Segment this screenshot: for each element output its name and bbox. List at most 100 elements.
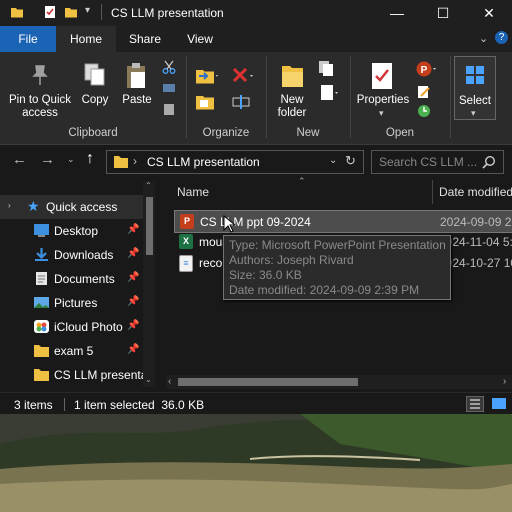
scroll-right-icon[interactable]: › (503, 376, 506, 387)
file-name: CS LLM ppt 09-2024 (200, 215, 311, 229)
select-button[interactable]: Select ▾ (454, 56, 496, 120)
details-view-icon[interactable] (466, 396, 484, 412)
scroll-up-icon[interactable]: ⌃ (145, 181, 152, 190)
new-folder-label-line1: New (280, 94, 304, 106)
tooltip-type: Type: Microsoft PowerPoint Presentation (229, 238, 446, 252)
pin-icon[interactable]: 📌 (127, 296, 139, 307)
properties-button[interactable]: Properties ▾ (354, 60, 412, 122)
clipboard-group-label: Clipboard (68, 127, 118, 139)
search-input[interactable]: Search CS LLM ... (371, 150, 504, 174)
nav-item-exam-5[interactable]: exam 5 📌 (0, 339, 148, 363)
scroll-down-icon[interactable]: ⌄ (145, 375, 152, 384)
nav-item-pictures[interactable]: Pictures 📌 (0, 291, 148, 315)
download-icon (35, 248, 48, 261)
sort-arrow-icon: ⌃ (298, 176, 306, 186)
pin-icon[interactable]: 📌 (127, 248, 139, 259)
address-bar[interactable]: › CS LLM presentation ⌄ ↻ (106, 150, 364, 174)
nav-item-documents[interactable]: Documents 📌 (0, 267, 148, 291)
nav-item-quick-access[interactable]: › ★ Quick access (0, 195, 148, 219)
new-folder-button[interactable]: New folder (272, 60, 312, 122)
help-icon[interactable]: ? (495, 31, 508, 44)
copy-button[interactable]: Copy (78, 60, 112, 110)
collapse-ribbon-icon[interactable]: ⌄ (479, 32, 488, 45)
nav-item-desktop[interactable]: Desktop 📌 (0, 219, 148, 243)
tab-share[interactable]: Share (118, 26, 172, 52)
select-dropdown-icon: ▾ (471, 108, 476, 118)
new-folder-quick-icon[interactable] (64, 5, 78, 19)
new-folder-label-line2: folder (277, 107, 307, 119)
group-separator (186, 56, 187, 138)
documents-icon (36, 272, 47, 285)
cut-icon[interactable] (162, 60, 176, 74)
status-bar: 3 items 1 item selected 36.0 KB (0, 392, 512, 415)
title-bar: ▾ CS LLM presentation — ☐ ✕ (0, 0, 512, 26)
navigation-pane: › ★ Quick access Desktop 📌 Downloads 📌 D… (0, 177, 160, 392)
recent-locations-icon[interactable]: ⌄ (67, 154, 75, 165)
up-arrow-icon[interactable]: ↑ (86, 150, 94, 168)
copy-path-icon[interactable] (162, 82, 176, 94)
edit-icon[interactable] (416, 84, 432, 100)
copy-to-icon[interactable] (194, 92, 220, 112)
paste-button[interactable]: Paste (118, 60, 156, 110)
nav-item-downloads[interactable]: Downloads 📌 (0, 243, 148, 267)
tab-file[interactable]: File (0, 26, 56, 52)
paste-shortcut-icon[interactable] (162, 102, 176, 116)
pin-icon[interactable]: 📌 (127, 272, 139, 283)
nav-item-icloud-photos[interactable]: iCloud Photo 📌 (0, 315, 148, 339)
ribbon-tab-bar: File Home Share View ⌄ ? (0, 26, 512, 52)
desktop-icon (34, 224, 49, 237)
expand-icon[interactable]: › (8, 201, 11, 210)
address-dropdown-icon[interactable]: ⌄ (329, 155, 337, 166)
nav-label: CS LLM presenta (54, 368, 148, 382)
search-placeholder: Search CS LLM ... (379, 155, 478, 169)
close-button[interactable]: ✕ (466, 0, 512, 26)
column-header-name[interactable]: Name (177, 185, 209, 199)
scroll-left-icon[interactable]: ‹ (168, 376, 171, 387)
maximize-button[interactable]: ☐ (420, 0, 466, 26)
move-to-icon[interactable] (194, 66, 220, 86)
rename-icon[interactable] (231, 92, 251, 112)
pictures-icon (34, 297, 49, 308)
status-divider (64, 398, 65, 411)
pin-icon[interactable]: 📌 (127, 344, 139, 355)
folder-icon (114, 156, 128, 168)
properties-dropdown-icon: ▾ (379, 108, 384, 118)
nav-scrollbar[interactable]: ⌃ ⌄ (143, 181, 155, 387)
column-divider[interactable] (432, 180, 433, 204)
search-icon[interactable] (482, 155, 496, 169)
pin-icon[interactable]: 📌 (127, 320, 139, 331)
refresh-icon[interactable]: ↻ (345, 153, 356, 169)
window-title: CS LLM presentation (111, 6, 224, 20)
delete-icon[interactable] (231, 66, 255, 86)
large-icons-view-icon[interactable] (490, 396, 508, 412)
mouse-cursor-icon (223, 215, 235, 233)
open-with-powerpoint-icon[interactable]: P (416, 60, 438, 78)
nav-scrollbar-thumb[interactable] (146, 197, 153, 255)
pin-icon (32, 65, 48, 85)
easy-access-icon[interactable] (318, 84, 340, 102)
column-header-date-modified[interactable]: Date modified (439, 185, 512, 199)
excel-file-icon: X (179, 234, 193, 249)
pin-to-quick-access-button[interactable]: Pin to Quick access (6, 60, 74, 122)
minimize-button[interactable]: — (374, 0, 420, 26)
customize-quick-access-icon[interactable]: ▾ (85, 5, 90, 16)
pin-label-line1: Pin to Quick (9, 94, 71, 106)
file-date: 2024-09-09 2:3 (440, 215, 512, 229)
title-separator (101, 4, 102, 20)
new-item-icon[interactable] (318, 60, 340, 78)
address-path[interactable]: CS LLM presentation (147, 155, 260, 169)
history-icon[interactable] (416, 104, 432, 118)
star-icon: ★ (27, 198, 40, 214)
back-arrow-icon[interactable]: ← (12, 151, 27, 168)
pin-icon[interactable]: 📌 (127, 224, 139, 235)
path-separator: › (133, 154, 137, 168)
horizontal-scrollbar-thumb[interactable] (178, 378, 358, 386)
folder-icon (11, 8, 23, 18)
select-label: Select (459, 95, 491, 107)
horizontal-scrollbar[interactable]: ‹ › (166, 375, 512, 389)
nav-item-cs-llm-presentation[interactable]: CS LLM presenta (0, 363, 148, 387)
tab-view[interactable]: View (174, 26, 226, 52)
tab-home[interactable]: Home (56, 26, 116, 52)
forward-arrow-icon[interactable]: → (40, 151, 55, 168)
properties-quick-icon[interactable] (43, 5, 57, 19)
